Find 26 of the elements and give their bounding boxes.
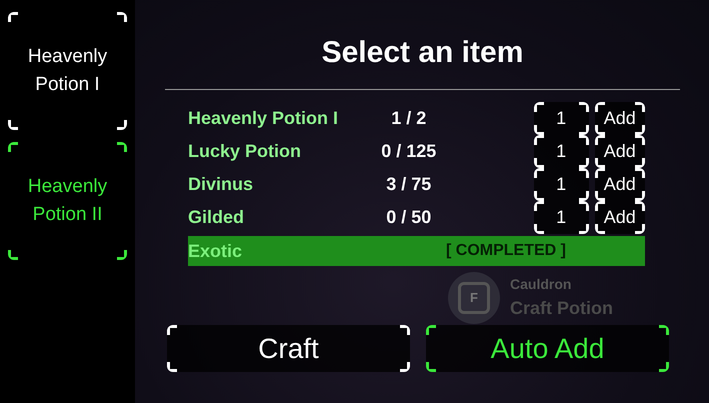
ingredient-name: Exotic xyxy=(188,240,244,262)
ingredient-count: 0 / 50 xyxy=(385,206,432,229)
key-label: F xyxy=(458,282,490,314)
quantity-field[interactable]: 1 xyxy=(534,135,589,168)
ingredient-name: Lucky Potion xyxy=(188,140,302,163)
ingredient-count: 3 / 75 xyxy=(385,173,432,196)
add-button[interactable]: Add xyxy=(594,135,646,168)
completed-status: [ COMPLETED ] xyxy=(445,241,567,261)
potion-tab[interactable]: Heavenly Potion I xyxy=(8,12,127,130)
ingredient-name: Heavenly Potion I xyxy=(188,107,340,130)
potion-tab[interactable]: Heavenly Potion II xyxy=(8,142,127,260)
add-button[interactable]: Add xyxy=(594,168,646,201)
ingredient-name: Gilded xyxy=(188,206,246,229)
quantity-field[interactable]: 1 xyxy=(534,102,589,135)
ingredient-name: Divinus xyxy=(188,173,254,196)
action-button[interactable]: Auto Add xyxy=(426,325,669,372)
ingredient-count: 0 / 125 xyxy=(380,140,438,163)
add-button[interactable]: Add xyxy=(594,102,646,135)
panel-title: Select an item xyxy=(320,35,524,71)
ingredient-count: 1 / 2 xyxy=(390,107,428,130)
quantity-field[interactable]: 1 xyxy=(534,168,589,201)
prompt-action: Craft Potion xyxy=(510,297,613,320)
prompt-object: Cauldron xyxy=(510,275,572,294)
add-button[interactable]: Add xyxy=(594,201,646,234)
action-button[interactable]: Craft xyxy=(167,325,410,372)
quantity-field[interactable]: 1 xyxy=(534,201,589,234)
